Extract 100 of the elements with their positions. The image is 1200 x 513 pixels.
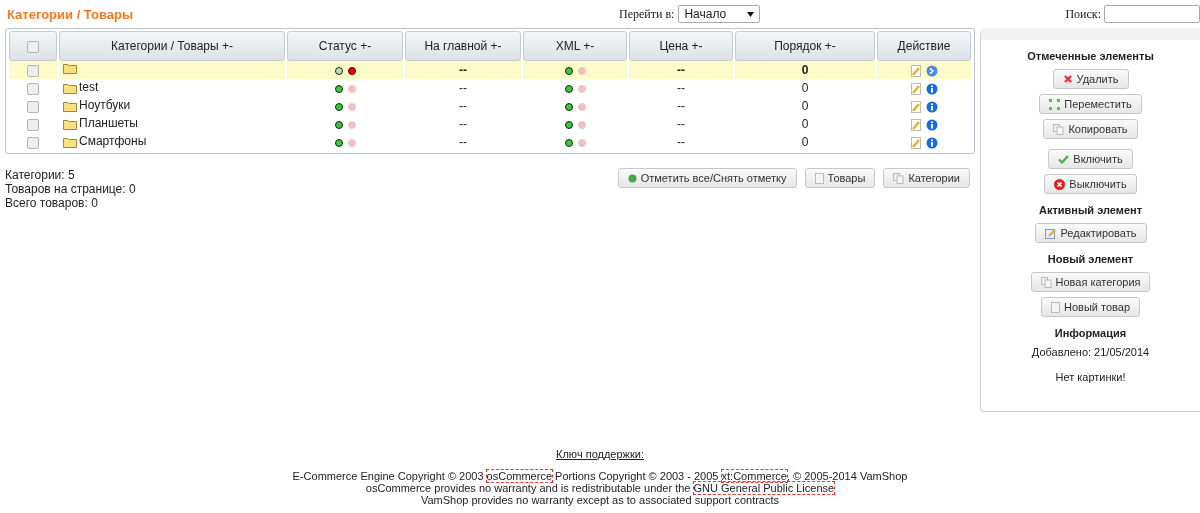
folder-icon	[63, 63, 77, 74]
dot-icon	[627, 173, 637, 183]
footer-link[interactable]: osCommerce	[486, 470, 552, 482]
arrow-circle-icon[interactable]	[925, 64, 938, 77]
copyright-text: VamShop provides no warranty except as to associated support contracts	[419, 494, 781, 506]
copy-button[interactable]: Новая категория	[1030, 272, 1151, 292]
table-cell: --	[459, 81, 467, 95]
section-heading: Активный элемент	[1038, 204, 1143, 216]
checkbox[interactable]	[27, 40, 39, 53]
goto-label: Перейти в:	[619, 6, 675, 22]
category-name[interactable]: Планшеты	[79, 115, 138, 130]
section-heading: Новый элемент	[1047, 253, 1134, 265]
info-text: Добавлено: 21/05/2014	[1031, 346, 1150, 358]
product-button[interactable]: Товары	[804, 168, 876, 188]
folder-icon	[63, 118, 77, 130]
column-header[interactable]: Категории / Товары +-	[59, 31, 285, 61]
search-field[interactable]	[1104, 5, 1200, 23]
table-cell: --	[677, 135, 685, 149]
select-all-button[interactable]: Отметить все/Снять отметку	[617, 168, 797, 188]
footer-link[interactable]: xt:Commerce	[721, 470, 787, 482]
edit-icon[interactable]	[910, 136, 921, 149]
category-name[interactable]: Смартфоны	[79, 133, 147, 148]
table-row[interactable]: Смартфоны -- -- 0	[9, 133, 971, 151]
column-header[interactable]: Цена +-	[629, 31, 733, 61]
page-title: Категории / Товары	[7, 6, 135, 22]
move-button[interactable]: Переместить	[1039, 94, 1142, 114]
copy-button[interactable]: Категории	[883, 168, 970, 188]
copyright-text: osCommerce provides no warranty and is redistributable under the GNU General Public License	[364, 482, 836, 494]
info-icon[interactable]	[925, 100, 938, 113]
table-cell: --	[677, 99, 685, 113]
column-header[interactable]: XML +-	[523, 31, 627, 61]
status-dot[interactable]	[564, 138, 573, 147]
table-cell: --	[459, 135, 467, 149]
status-dot[interactable]	[347, 66, 356, 75]
table-row[interactable]: Ноутбуки -- -- 0	[9, 97, 971, 115]
status-dot[interactable]	[334, 138, 343, 147]
edit-icon	[1044, 227, 1057, 239]
product-button[interactable]: Новый товар	[1041, 297, 1140, 317]
caret-icon	[747, 11, 755, 17]
table-row[interactable]: test -- -- 0	[9, 79, 971, 97]
footer-link[interactable]: GNU General Public License	[693, 482, 835, 494]
table-row[interactable]: Планшеты -- -- 0	[9, 115, 971, 133]
checkbox[interactable]	[27, 136, 39, 149]
copy-icon	[1053, 123, 1065, 135]
disable-button[interactable]: Выключить	[1044, 174, 1137, 194]
table-cell: --	[459, 117, 467, 131]
edit-icon[interactable]	[910, 64, 921, 77]
category-name[interactable]: Ноутбуки	[79, 97, 131, 112]
delete-button[interactable]: Удалить	[1052, 69, 1129, 89]
check-icon	[1058, 154, 1070, 164]
status-dot[interactable]	[564, 120, 573, 129]
stop-icon	[1054, 178, 1066, 190]
section-heading: Информация	[1054, 327, 1127, 339]
edit-icon[interactable]	[910, 82, 921, 95]
arrows-icon	[1049, 98, 1061, 110]
copy-icon	[893, 172, 905, 184]
table-cell: --	[459, 63, 467, 77]
goto-dropdown[interactable]: Начало	[678, 5, 761, 23]
page-icon	[1051, 301, 1060, 313]
info-icon[interactable]	[925, 136, 938, 149]
page-icon	[814, 172, 824, 184]
status-dot[interactable]	[564, 66, 573, 75]
cross-icon	[1062, 74, 1073, 84]
status-dot[interactable]	[334, 102, 343, 111]
info-text: Нет картинки!	[1055, 371, 1126, 383]
info-icon[interactable]	[925, 82, 938, 95]
info-icon[interactable]	[925, 118, 938, 131]
checkbox[interactable]	[27, 118, 39, 131]
copy-button[interactable]: Копировать	[1043, 119, 1138, 139]
checkbox[interactable]	[27, 100, 39, 113]
column-header[interactable]: На главной +-	[405, 31, 521, 61]
status-dot[interactable]	[564, 84, 573, 93]
table-row[interactable]: -- -- 0	[9, 61, 971, 79]
copy-icon	[1040, 276, 1052, 288]
status-dot[interactable]	[334, 66, 343, 75]
checkbox[interactable]	[27, 82, 39, 95]
edit-icon[interactable]	[910, 100, 921, 113]
edit-icon[interactable]	[910, 118, 921, 131]
checkbox[interactable]	[27, 64, 39, 77]
table-cell: 0	[801, 81, 809, 95]
status-dot[interactable]	[334, 84, 343, 93]
search-label: Поиск:	[1065, 6, 1101, 22]
status-dot[interactable]	[564, 102, 573, 111]
table-cell: --	[677, 63, 685, 77]
enable-button[interactable]: Включить	[1048, 149, 1133, 169]
section-heading: Отмеченные элементы	[1027, 50, 1154, 62]
table-cell: 0	[801, 99, 809, 113]
copyright-text: E-Commerce Engine Copyright © 2003 osCommerce Portions Copyright © 2003 - 2005 xt:Commerce, © 2005-2014 VamShop	[291, 470, 909, 482]
table-cell: --	[677, 81, 685, 95]
table-cell: --	[677, 117, 685, 131]
category-name[interactable]: test	[79, 79, 99, 94]
column-header[interactable]: Статус +-	[287, 31, 403, 61]
support-key-link[interactable]: Ключ поддержки:	[556, 448, 644, 460]
column-header[interactable]: Порядок +-	[735, 31, 875, 61]
edit-button[interactable]: Редактировать	[1034, 223, 1147, 243]
folder-icon	[63, 82, 77, 94]
column-header[interactable]: Действие	[877, 31, 971, 61]
table-cell: 0	[801, 63, 809, 77]
summary-text: Всего товаров: 0	[5, 196, 99, 210]
status-dot[interactable]	[334, 120, 343, 129]
